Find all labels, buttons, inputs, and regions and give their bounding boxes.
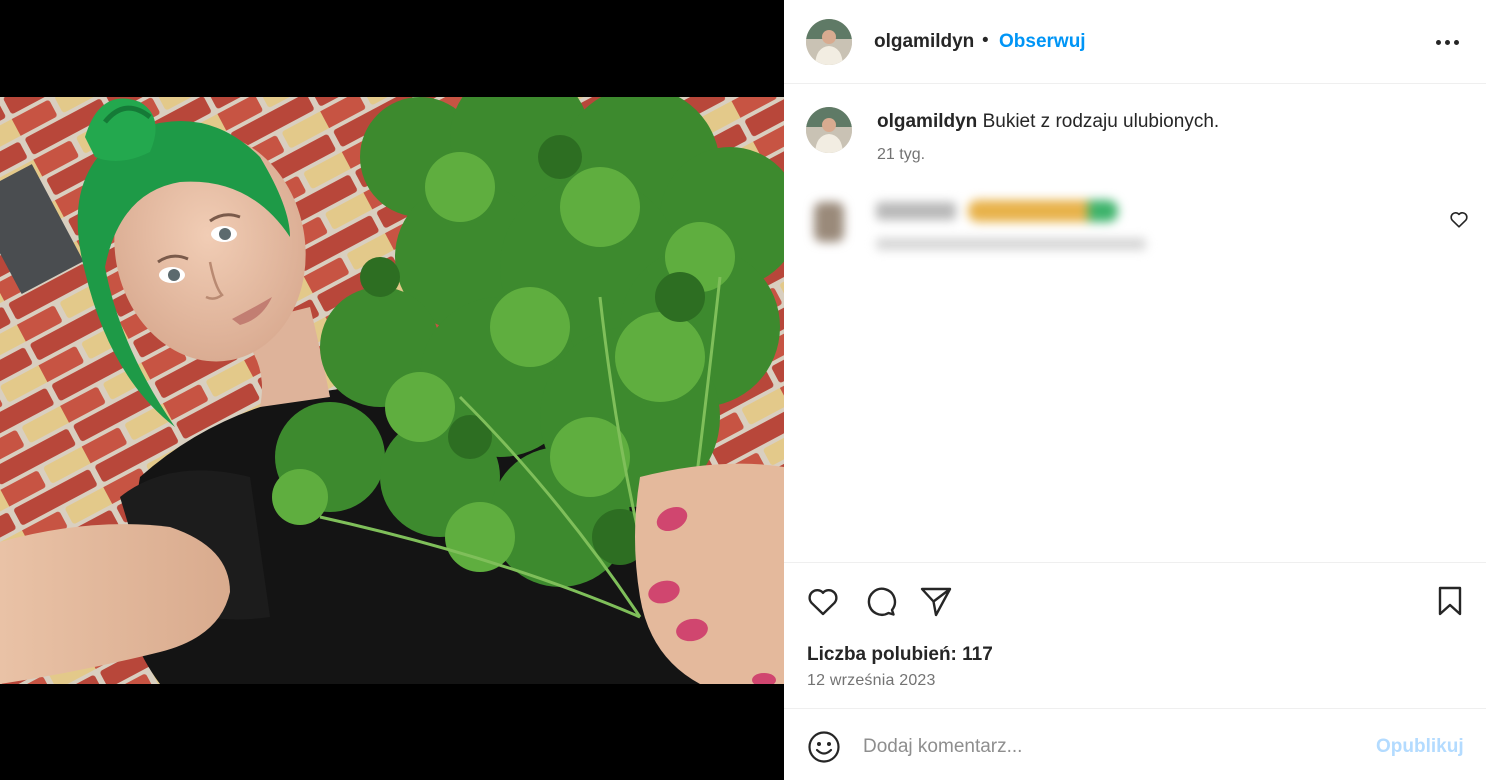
post-photo-illustration — [0, 97, 784, 684]
comment-bubble-icon[interactable] — [862, 583, 898, 619]
caption-username[interactable]: olgamildyn — [877, 111, 977, 132]
post-photo[interactable] — [0, 97, 784, 684]
more-dot — [1444, 39, 1450, 45]
share-paper-plane-icon[interactable] — [918, 583, 954, 619]
follow-button[interactable]: Obserwuj — [999, 31, 1086, 53]
emoji-smiley-icon[interactable] — [806, 729, 842, 765]
bookmark-icon[interactable] — [1432, 583, 1468, 619]
post-media — [0, 0, 784, 780]
avatar-image — [806, 107, 852, 153]
likes-count[interactable]: Liczba polubień: 117 — [807, 644, 993, 666]
more-dot — [1453, 39, 1459, 45]
comment-like-heart-icon[interactable] — [1448, 208, 1470, 230]
blurred-comment — [808, 190, 1168, 270]
post-date[interactable]: 12 września 2023 — [807, 672, 936, 690]
caption-text: Bukiet z rodzaju ulubionych. — [982, 111, 1220, 132]
post-header: olgamildyn • Obserwuj — [784, 0, 1486, 84]
comment-emoji-text — [968, 200, 1118, 222]
author-username[interactable]: olgamildyn — [874, 31, 974, 53]
more-dot — [1435, 39, 1441, 45]
avatar-image — [806, 19, 852, 65]
comment-username — [876, 202, 956, 220]
post-side-panel: olgamildyn • Obserwuj olgamildyn Bukiet … — [784, 0, 1486, 780]
caption-avatar[interactable] — [806, 107, 852, 153]
comment-input[interactable] — [863, 733, 1343, 761]
more-horizontal-icon[interactable] — [1432, 28, 1462, 56]
comment-meta — [876, 238, 1146, 250]
author-avatar[interactable] — [806, 19, 852, 65]
comment-avatar — [814, 202, 844, 242]
caption-text-line: olgamildyn Bukiet z rodzaju ulubionych. — [877, 111, 1219, 133]
like-heart-icon[interactable] — [805, 583, 841, 619]
publish-button[interactable]: Opublikuj — [1376, 736, 1464, 758]
separator-dot: • — [982, 30, 989, 51]
caption-timestamp[interactable]: 21 tyg. — [877, 146, 925, 164]
add-comment-bar: Opublikuj — [784, 708, 1486, 780]
post-actions: Liczba polubień: 117 12 września 2023 — [784, 562, 1486, 708]
